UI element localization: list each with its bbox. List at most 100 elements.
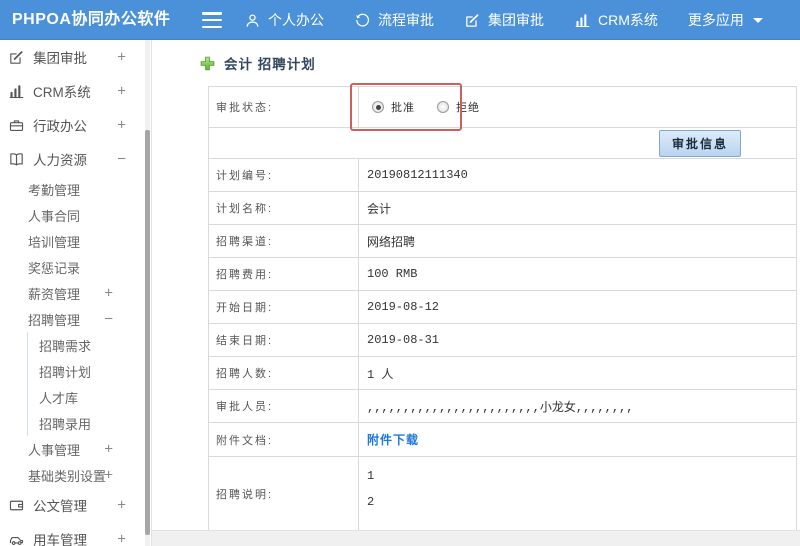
table-row: 开始日期: 2019-08-12 [208, 290, 797, 324]
field-value: 1 2 [358, 456, 797, 531]
field-label: 招聘说明: [208, 456, 359, 531]
car-icon [8, 531, 25, 546]
sidebar-item-label: 薪资管理 [28, 286, 81, 302]
topnav-item-label: CRM系统 [598, 12, 658, 28]
radio-option[interactable]: 批准 [372, 99, 415, 115]
table-row: 计划编号: 20190812111340 [208, 158, 797, 192]
sidebar-item[interactable]: 招聘计划 [27, 358, 146, 384]
field-value: ,,,,,,,,,,,,,,,,,,,,,,,,小龙女,,,,,,,, [358, 389, 797, 423]
expand-icon[interactable]: + [104, 467, 113, 484]
sidebar-item[interactable]: 招聘录用 [27, 410, 146, 436]
history-icon [354, 12, 371, 29]
field-label: 招聘费用: [208, 257, 359, 291]
sidebar-item[interactable]: 招聘需求 [27, 332, 146, 358]
sidebar-item[interactable]: CRM系统 + [0, 74, 146, 108]
field-value: 2019-08-12 [358, 290, 797, 324]
sidebar-item[interactable]: 人事合同 [0, 202, 146, 228]
sidebar-item-label: 奖惩记录 [28, 260, 81, 276]
sidebar-item[interactable]: 人才库 [27, 384, 146, 410]
radio-option-label: 拒绝 [456, 102, 480, 114]
bottom-strip [152, 530, 800, 546]
collapse-icon[interactable]: − [117, 151, 126, 168]
person-icon [244, 12, 261, 29]
hamburger-menu-icon[interactable] [202, 12, 222, 28]
sidebar-item-label: 招聘管理 [28, 312, 81, 328]
topbar: PHPOA协同办公软件 个人办公 流程审批 集团审批 CRM系统 更多应用 [0, 0, 800, 40]
caret-down-icon [752, 17, 763, 23]
app-logo: PHPOA协同办公软件 [12, 11, 171, 28]
sidebar-item[interactable]: 用车管理 + [0, 522, 146, 546]
sidebar-item[interactable]: 人事管理 + [0, 436, 146, 462]
sidebar-item[interactable]: 招聘管理 − [0, 306, 146, 332]
sidebar-item-label: 人力资源 [33, 153, 87, 168]
sidebar-scrollbar[interactable] [145, 40, 150, 546]
sidebar-item-label: 人事合同 [28, 208, 81, 224]
topnav-item[interactable]: 更多应用 [688, 0, 763, 40]
expand-icon[interactable]: + [117, 497, 126, 514]
attachment-download-link[interactable]: 附件下载 [367, 434, 419, 448]
sidebar-item[interactable]: 薪资管理 + [0, 280, 146, 306]
sidebar-item[interactable]: 集团审批 + [0, 40, 146, 74]
topnav-item[interactable]: 个人办公 [244, 0, 324, 40]
sidebar-item[interactable]: 基础类别设置 + [0, 462, 146, 488]
approve-button-row: 审批信息 [208, 127, 797, 159]
sidebar-item-label: 招聘需求 [39, 338, 92, 354]
topnav-item-label: 流程审批 [378, 12, 434, 28]
expand-icon[interactable]: + [104, 441, 113, 458]
sidebar-item[interactable]: 公文管理 + [0, 488, 146, 522]
table-row: 结束日期: 2019-08-31 [208, 323, 797, 357]
sidebar-item-label: 考勤管理 [28, 182, 81, 198]
sidebar-item-label: 公文管理 [33, 499, 87, 514]
approval-status-row: 审批状态: 批准 拒绝 [208, 86, 797, 128]
sidebar-item[interactable]: 考勤管理 [0, 176, 146, 202]
field-value: 1 人 [358, 356, 797, 390]
edit-icon [464, 12, 481, 29]
table-row: 计划名称: 会计 [208, 191, 797, 225]
approval-status-radio-group: 批准 拒绝 [367, 99, 796, 115]
sidebar-item-label: 集团审批 [33, 51, 87, 66]
field-label: 计划编号: [208, 158, 359, 192]
expand-icon[interactable]: + [117, 83, 126, 100]
expand-icon[interactable]: + [117, 49, 126, 66]
sidebar-item[interactable]: 奖惩记录 [0, 254, 146, 280]
approval-info-button[interactable]: 审批信息 [658, 129, 741, 157]
page-title: 会计 招聘计划 [224, 57, 316, 72]
radio-unselected-icon[interactable] [437, 101, 449, 113]
sidebar-item[interactable]: 行政办公 + [0, 108, 146, 142]
sidebar-item-label: 用车管理 [33, 533, 87, 546]
radio-option-label: 批准 [391, 102, 415, 114]
edit-icon [8, 49, 25, 66]
sidebar-item-label: 人事管理 [28, 442, 81, 458]
field-label: 附件文档: [208, 422, 359, 457]
sidebar-item[interactable]: 人力资源 − [0, 142, 146, 176]
field-label: 开始日期: [208, 290, 359, 324]
top-navigation: 个人办公 流程审批 集团审批 CRM系统 更多应用 [244, 0, 763, 40]
book-icon [8, 151, 25, 168]
field-value: 20190812111340 [358, 158, 797, 192]
sidebar-scrollbar-thumb[interactable] [145, 130, 150, 535]
expand-icon[interactable]: + [117, 531, 126, 546]
sidebar-item[interactable]: 培训管理 [0, 228, 146, 254]
bar-chart-icon [574, 12, 591, 29]
table-row: 招聘费用: 100 RMB [208, 257, 797, 291]
field-label: 招聘渠道: [208, 224, 359, 258]
sidebar: 集团审批 + CRM系统 + 行政办公 + 人力资源 − 考勤管理 人事合同 培训管理 奖惩记录 薪资管… [0, 40, 152, 546]
table-row: 附件文档: 附件下载 [208, 422, 797, 457]
collapse-icon[interactable]: − [104, 311, 113, 328]
topnav-item[interactable]: 流程审批 [354, 0, 434, 40]
expand-icon[interactable]: + [104, 285, 113, 302]
recruit-plan-table: 审批状态: 批准 拒绝 审批信息 计划编号: 20190812111340 计划名称:… [208, 86, 797, 531]
radio-option[interactable]: 拒绝 [437, 99, 480, 115]
sidebar-item-label: 基础类别设置 [28, 468, 107, 484]
title-row: 会计 招聘计划 [152, 40, 800, 86]
topnav-item-label: 集团审批 [488, 12, 544, 28]
radio-selected-icon[interactable] [372, 101, 384, 113]
field-value: 2019-08-31 [358, 323, 797, 357]
topnav-item[interactable]: 集团审批 [464, 0, 544, 40]
bar-chart-icon [8, 83, 25, 100]
expand-icon[interactable]: + [117, 117, 126, 134]
doc-icon [8, 497, 25, 514]
topnav-item[interactable]: CRM系统 [574, 0, 658, 40]
field-label: 审批人员: [208, 389, 359, 423]
briefcase-icon [8, 117, 25, 134]
